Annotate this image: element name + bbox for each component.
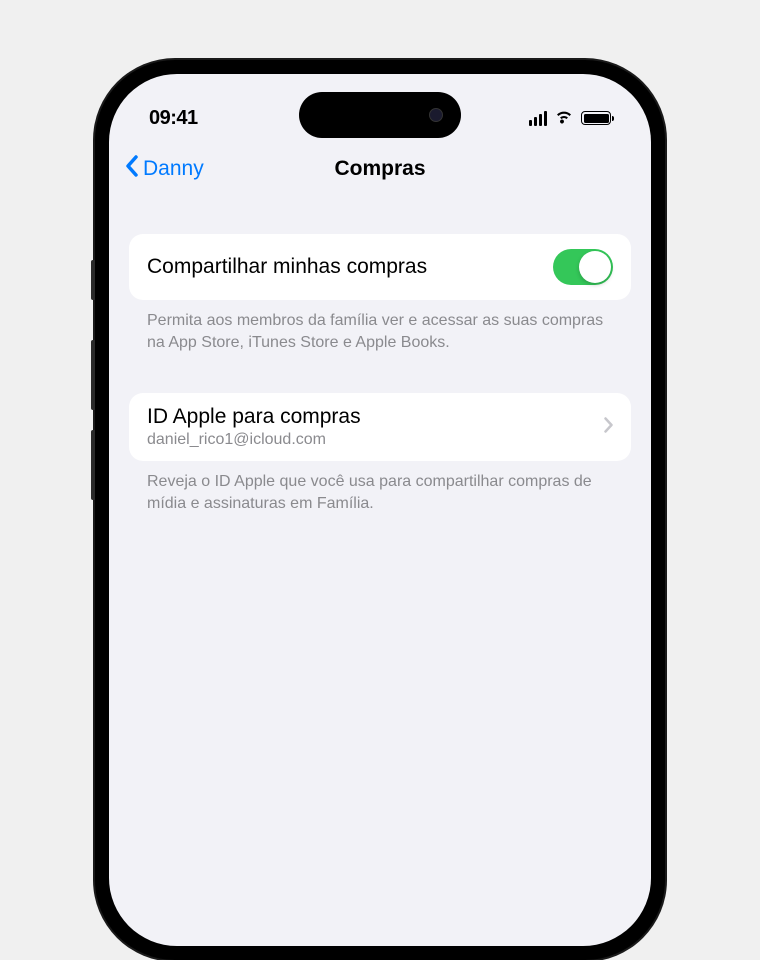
back-label: Danny [143,157,204,181]
volume-down-button [91,430,95,500]
battery-icon [581,111,611,125]
phone-screen: 09:41 [109,74,651,946]
share-purchases-label: Compartilhar minhas compras [147,255,427,279]
status-time: 09:41 [149,107,249,130]
dynamic-island [299,92,461,138]
back-button[interactable]: Danny [125,155,204,183]
apple-id-footer: Reveja o ID Apple que você usa para comp… [129,461,631,514]
content-area: Compartilhar minhas compras Permita aos … [109,194,651,514]
silence-switch [91,260,95,300]
apple-id-cell[interactable]: ID Apple para compras daniel_rico1@iclou… [129,393,631,461]
volume-up-button [91,340,95,410]
status-icons [511,108,611,129]
page-title: Compras [334,157,425,181]
share-purchases-toggle[interactable] [553,249,613,285]
share-purchases-footer: Permita aos membros da família ver e ace… [129,300,631,353]
share-purchases-cell: Compartilhar minhas compras [129,234,631,300]
apple-id-title: ID Apple para compras [147,405,361,429]
chevron-right-icon [604,417,613,438]
apple-id-text: ID Apple para compras daniel_rico1@iclou… [147,405,361,449]
toggle-knob [579,251,611,283]
camera-icon [429,108,443,122]
navigation-bar: Danny Compras [109,144,651,194]
phone-frame: 09:41 [95,60,665,960]
chevron-left-icon [125,155,139,183]
wifi-icon [554,108,574,129]
cellular-icon [529,111,548,126]
apple-id-email: daniel_rico1@icloud.com [147,431,361,449]
